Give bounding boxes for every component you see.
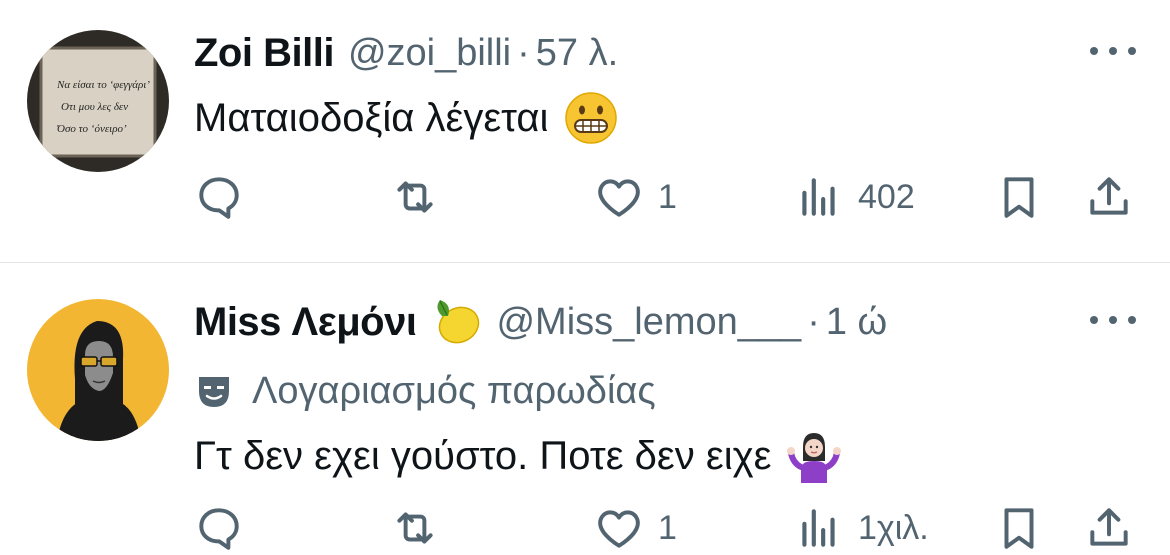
bookmark-icon xyxy=(1004,177,1034,218)
more-options-icon[interactable] xyxy=(1090,44,1136,58)
tweet[interactable]: Να είσαι το ‘φεγγάρι’ Οτι μου λες δεν Όσ… xyxy=(0,0,1170,262)
tweet-header: Miss Λεμόνι @Miss_lemon___ · 1 ώ xyxy=(194,297,887,347)
retweet-icon xyxy=(397,512,433,544)
tweet-text: Γτ δεν εχει γούστο. Ποτε δεν ειχε xyxy=(194,428,842,484)
view-count: 402 xyxy=(858,177,915,216)
bookmark-button[interactable] xyxy=(994,501,1044,555)
heart-icon xyxy=(598,510,640,548)
views-button[interactable]: 402 xyxy=(794,170,915,224)
avatar-text-line: Όσο το ‘όνειρο’ xyxy=(57,123,127,135)
bookmark-button[interactable] xyxy=(994,170,1044,224)
view-count: 1χιλ. xyxy=(858,508,929,547)
views-icon xyxy=(802,178,835,216)
parody-label-text: Λογαριασμός παρωδίας xyxy=(252,369,656,412)
retweet-button[interactable] xyxy=(390,501,454,555)
user-handle[interactable]: @Miss_lemon___ xyxy=(496,301,801,344)
avatar[interactable] xyxy=(27,299,169,441)
share-icon xyxy=(1090,177,1128,215)
reply-icon xyxy=(199,508,239,550)
avatar-text-line: Να είσαι το ‘φεγγάρι’ xyxy=(56,79,150,91)
like-button[interactable]: 1 xyxy=(594,170,677,224)
like-count: 1 xyxy=(658,177,677,216)
share-icon xyxy=(1090,508,1128,546)
tweet-header: Zoi Billi @zoi_billi · 57 λ. xyxy=(194,28,618,78)
views-icon xyxy=(802,509,835,547)
lemon-emoji-icon xyxy=(437,300,480,344)
display-name[interactable]: Miss Λεμόνι xyxy=(194,300,417,345)
action-bar: 1 1χιλ. xyxy=(194,501,1144,555)
timestamp[interactable]: 1 ώ xyxy=(826,301,887,344)
like-button[interactable]: 1 xyxy=(594,501,677,555)
reply-icon xyxy=(199,177,239,219)
views-button[interactable]: 1χιλ. xyxy=(794,501,929,555)
timestamp[interactable]: 57 λ. xyxy=(536,32,618,75)
parody-label: Λογαριασμός παρωδίας xyxy=(194,366,656,416)
separator-dot: · xyxy=(807,300,820,343)
avatar-text-line: Οτι μου λες δεν xyxy=(61,101,128,113)
retweet-button[interactable] xyxy=(390,170,454,224)
separator-dot: · xyxy=(517,31,530,74)
parody-mask-icon xyxy=(199,377,229,407)
action-bar: 1 402 xyxy=(194,170,1144,224)
more-options-icon[interactable] xyxy=(1090,313,1136,327)
tweet-text-content: Ματαιοδοξία λέγεται xyxy=(194,95,549,140)
bookmark-icon xyxy=(1004,508,1034,549)
like-count: 1 xyxy=(658,508,677,547)
user-handle[interactable]: @zoi_billi xyxy=(348,32,511,75)
heart-icon xyxy=(598,179,640,217)
retweet-icon xyxy=(397,181,433,213)
avatar[interactable]: Να είσαι το ‘φεγγάρι’ Οτι μου λες δεν Όσ… xyxy=(27,30,169,172)
tweet-text-content: Γτ δεν εχει γούστο. Ποτε δεν ειχε xyxy=(194,433,772,478)
share-button[interactable] xyxy=(1084,170,1134,224)
woman-shrugging-emoji-icon xyxy=(787,433,842,483)
share-button[interactable] xyxy=(1084,501,1134,555)
tweet-text: Ματαιοδοξία λέγεται xyxy=(194,90,618,146)
tweet[interactable]: Miss Λεμόνι @Miss_lemon___ · 1 ώ Λογαρια… xyxy=(0,263,1170,550)
reply-button[interactable] xyxy=(194,170,258,224)
reply-button[interactable] xyxy=(194,501,258,555)
grimacing-face-emoji-icon xyxy=(565,92,618,144)
display-name[interactable]: Zoi Billi xyxy=(194,31,334,76)
